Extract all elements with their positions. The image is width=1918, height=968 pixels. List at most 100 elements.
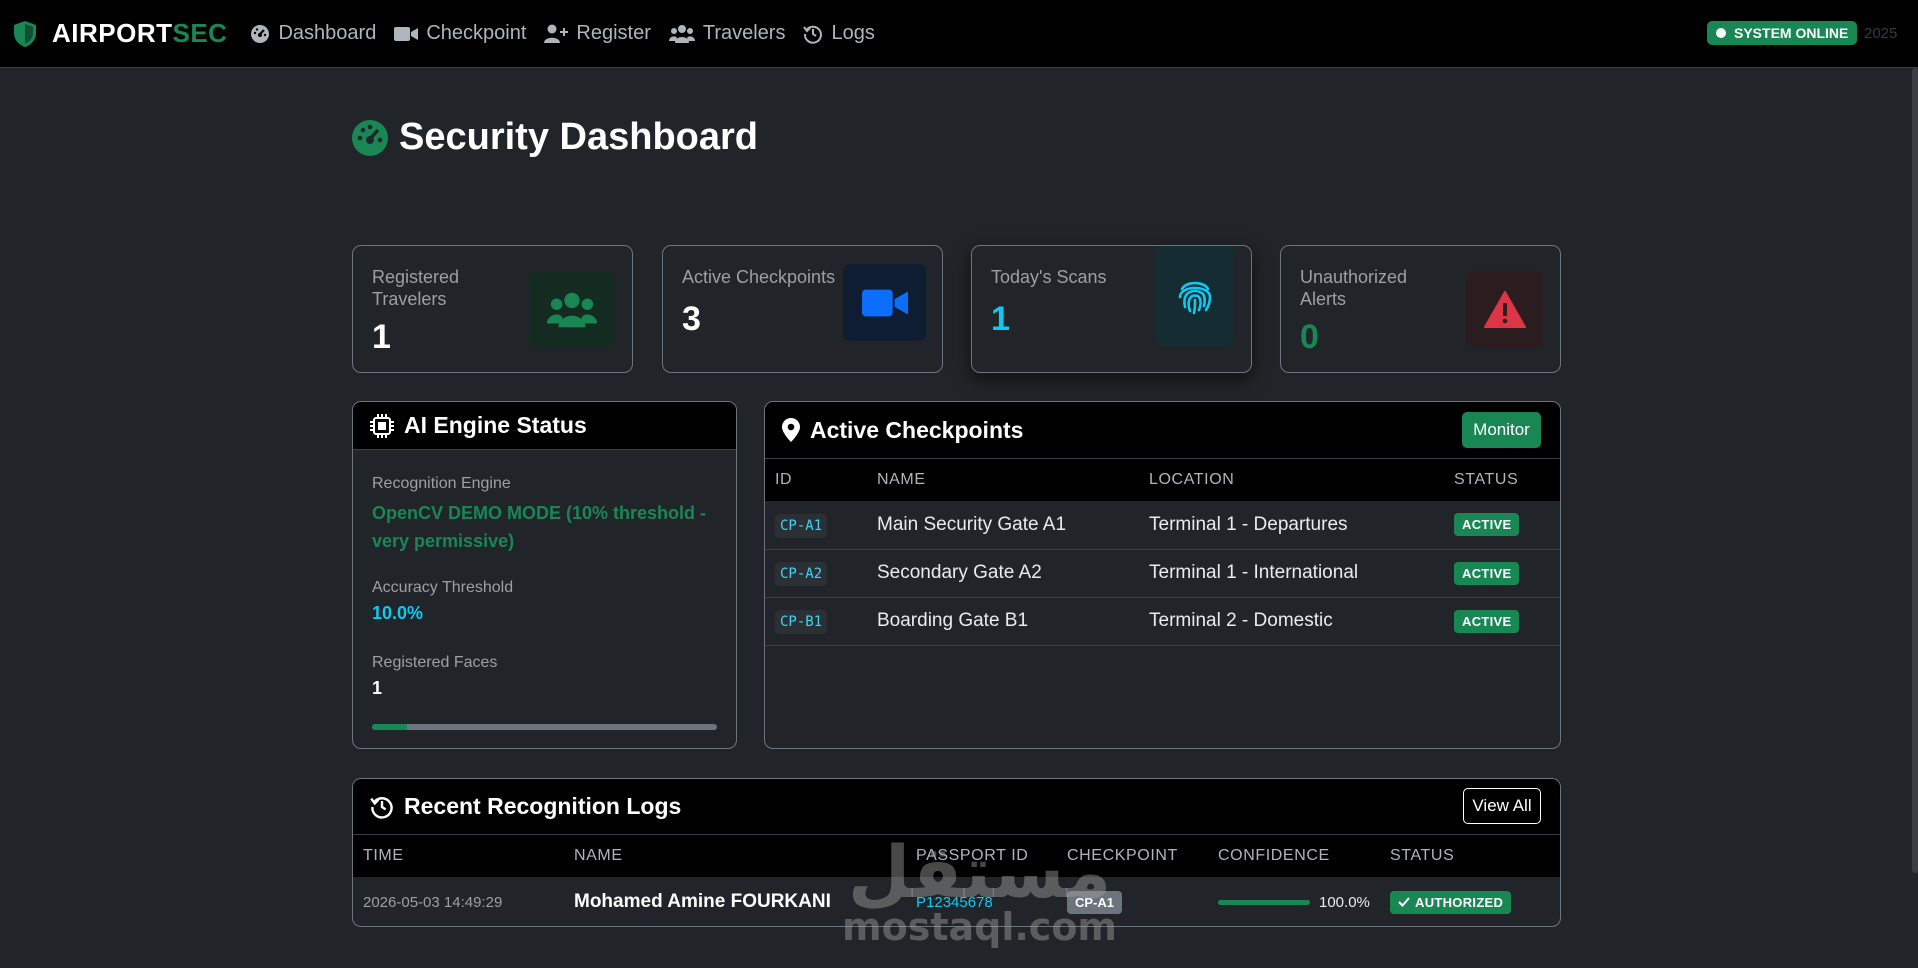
recognition-engine-value: OpenCV DEMO MODE (10% threshold - very p… [372, 503, 707, 551]
checkpoint-id: CP-A2 [775, 562, 828, 586]
checkpoints-title: Active Checkpoints [810, 416, 1024, 443]
checkpoint-location: Terminal 1 - Departures [1149, 513, 1348, 535]
registered-faces-block: Registered Faces 1 [372, 654, 497, 702]
checkpoint-id: CP-B1 [775, 610, 828, 634]
logs-header: Recent Recognition Logs [353, 779, 1560, 835]
history-icon [370, 796, 393, 819]
status-badge: ACTIVE [1454, 609, 1520, 633]
video-camera-icon [861, 289, 908, 316]
checkpoints-header: Active Checkpoints [765, 402, 1560, 459]
log-checkpoint-badge: CP-A1 [1067, 891, 1123, 914]
col-status: STATUS [1390, 847, 1455, 864]
nav-travelers-label: Travelers [702, 22, 786, 44]
status-badge: ACTIVE [1454, 561, 1520, 585]
nav-logs[interactable]: Logs [803, 22, 875, 45]
nav-travelers[interactable]: Travelers [668, 22, 786, 45]
accuracy-threshold-value: 10.0% [372, 603, 424, 623]
col-checkpoint: CHECKPOINT [1067, 847, 1178, 864]
nav-logs-label: Logs [831, 22, 875, 44]
log-passport: P12345678 [916, 894, 993, 911]
nav-register[interactable]: Register [544, 22, 651, 45]
authorized-badge: AUTHORIZED [1390, 890, 1512, 914]
stat-card-unauthorized-alerts: Unauthorized Alerts 0 [1280, 245, 1561, 373]
stat-icon-box [1466, 271, 1543, 348]
stat-label: Active Checkpoints [682, 267, 836, 287]
scrollbar[interactable] [1912, 68, 1918, 873]
registered-faces-value: 1 [372, 678, 383, 698]
table-row[interactable]: CP-A1 Main Security Gate A1 Terminal 1 -… [765, 501, 1560, 549]
history-icon [803, 25, 823, 44]
ai-engine-title: AI Engine Status [404, 412, 587, 438]
stat-value: 1 [991, 300, 1010, 338]
nav-dashboard-label: Dashboard [278, 22, 377, 44]
stat-label: Registered Travelers [372, 267, 460, 309]
table-row[interactable]: 2026-05-03 14:49:29 Mohamed Amine FOURKA… [353, 877, 1560, 926]
monitor-button[interactable]: Monitor [1462, 412, 1541, 448]
gauge-icon [352, 119, 388, 156]
table-row[interactable]: CP-B1 Boarding Gate B1 Terminal 2 - Dome… [765, 597, 1560, 645]
accuracy-threshold-label: Accuracy Threshold [372, 579, 514, 596]
nav-checkpoint-label: Checkpoint [426, 22, 527, 44]
stat-icon-box [843, 264, 926, 341]
video-camera-icon [394, 26, 419, 41]
confidence-bar [1218, 899, 1310, 905]
system-status-text: SYSTEM ONLINE [1734, 25, 1849, 41]
nav-dashboard[interactable]: Dashboard [250, 22, 376, 45]
status-badge: ACTIVE [1454, 513, 1520, 537]
stat-icon-box [530, 271, 613, 348]
stat-value: 0 [1300, 318, 1319, 356]
page-title: Security Dashboard [351, 116, 758, 159]
stat-label: Unauthorized Alerts [1300, 267, 1408, 309]
warning-triangle-icon [1483, 290, 1526, 328]
year-text: 2025 [1864, 25, 1898, 42]
top-navbar: AIRPORTSEC Dashboard Checkpoint Register… [0, 0, 1918, 68]
map-pin-icon [782, 418, 800, 442]
accuracy-threshold-block: Accuracy Threshold 10.0% [372, 579, 513, 627]
col-confidence: CONFIDENCE [1218, 847, 1330, 864]
registered-faces-progress [372, 724, 717, 730]
stat-label: Today's Scans [991, 267, 1107, 287]
checkpoint-location: Terminal 1 - International [1149, 562, 1359, 583]
col-time: TIME [363, 847, 404, 864]
ai-engine-panel: AI Engine Status Recognition Engine Open… [352, 401, 737, 749]
brand[interactable]: AIRPORTSEC [12, 18, 227, 49]
user-plus-icon [544, 24, 569, 43]
log-status-text: AUTHORIZED [1415, 894, 1504, 910]
checkpoint-name: Secondary Gate A2 [877, 562, 1042, 583]
active-checkpoints-panel: Active Checkpoints Monitor ID NAME LOCAT… [764, 401, 1561, 749]
checkpoint-location: Terminal 2 - Domestic [1149, 610, 1333, 631]
logs-title: Recent Recognition Logs [404, 793, 682, 819]
table-header-row: ID NAME LOCATION STATUS [765, 459, 1560, 501]
col-status: STATUS [1454, 471, 1519, 488]
col-location: LOCATION [1149, 471, 1235, 488]
cpu-chip-icon [370, 413, 394, 438]
log-time: 2026-05-03 14:49:29 [363, 893, 503, 911]
status-dot-icon [1716, 28, 1726, 38]
brand-name: AIRPORTSEC [52, 18, 228, 48]
system-status-badge: SYSTEM ONLINE [1707, 21, 1858, 45]
confidence-value: 100.0% [1319, 893, 1370, 911]
stat-card-todays-scans: Today's Scans 1 [971, 245, 1252, 373]
col-name: NAME [574, 847, 623, 864]
check-icon [1398, 897, 1410, 907]
stat-card-active-checkpoints: Active Checkpoints 3 [662, 245, 943, 373]
stat-card-registered-travelers: Registered Travelers 1 [352, 245, 633, 373]
recognition-engine-block: Recognition Engine OpenCV DEMO MODE (10%… [372, 475, 722, 555]
col-id: ID [775, 471, 793, 488]
col-name: NAME [877, 471, 926, 488]
checkpoint-id: CP-A1 [775, 513, 828, 538]
checkpoints-table: ID NAME LOCATION STATUS CP-A1 Main Secur… [765, 459, 1560, 646]
nav-checkpoint[interactable]: Checkpoint [394, 22, 526, 45]
shield-icon [14, 20, 36, 47]
confidence-cell: 100.0% [1218, 894, 1380, 911]
table-row[interactable]: CP-A2 Secondary Gate A2 Terminal 1 - Int… [765, 549, 1560, 597]
stat-icon-box [1155, 246, 1234, 345]
checkpoint-name: Main Security Gate A1 [877, 513, 1067, 535]
view-all-button[interactable]: View All [1463, 788, 1541, 824]
col-passport: PASSPORT ID [916, 847, 1029, 864]
log-name: Mohamed Amine FOURKANI [574, 891, 831, 912]
checkpoint-name: Boarding Gate B1 [877, 610, 1029, 631]
recent-logs-panel: Recent Recognition Logs View All TIME NA… [352, 778, 1561, 927]
nav-register-label: Register [576, 22, 651, 44]
page-heading: Security Dashboard [399, 116, 758, 158]
